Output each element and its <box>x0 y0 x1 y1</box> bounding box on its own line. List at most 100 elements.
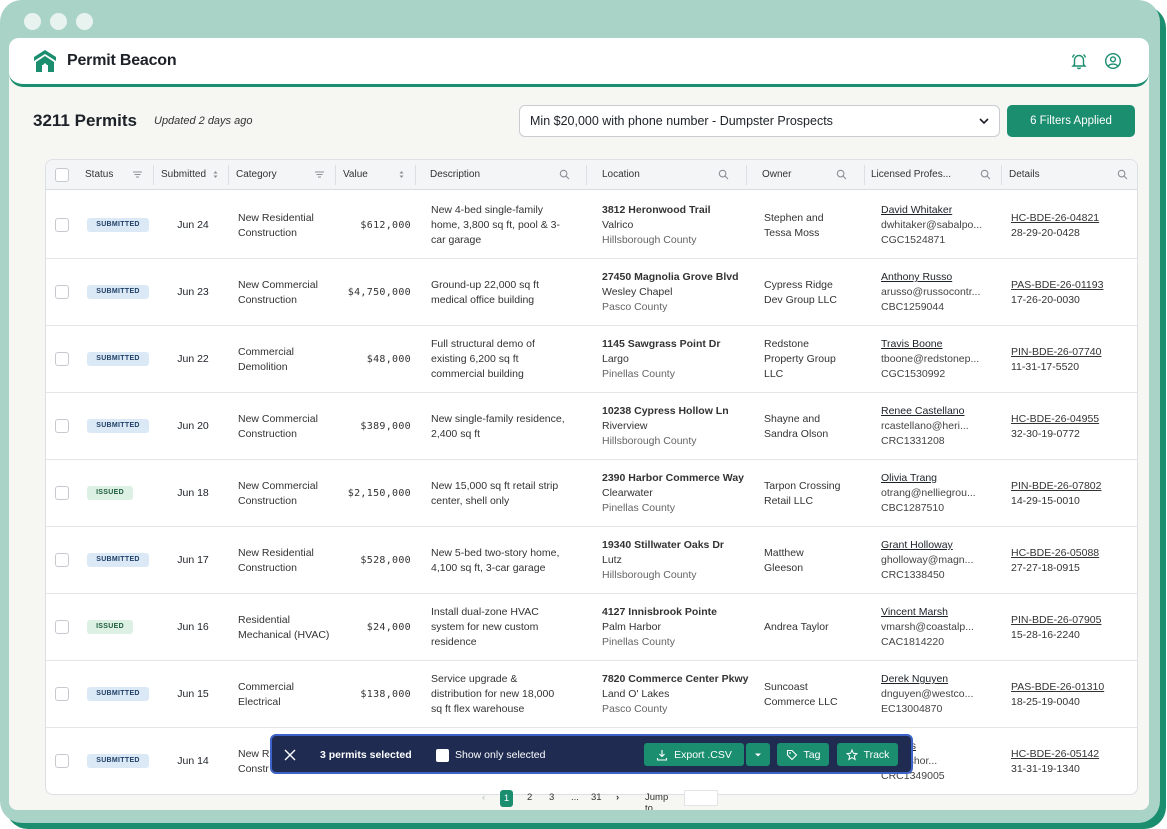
contractor-name-link[interactable]: Renee Castellano <box>881 404 1001 419</box>
table-row[interactable]: SUBMITTED Jun 24 New Residential Constructi… <box>46 192 1137 259</box>
column-divider[interactable] <box>228 165 229 185</box>
category-line: New Commercial <box>238 413 318 425</box>
col-location[interactable]: Location <box>602 160 640 190</box>
column-divider[interactable] <box>864 165 865 185</box>
beacon-logo-icon[interactable] <box>33 49 57 73</box>
col-submitted[interactable]: Submitted <box>161 160 206 190</box>
search-icon[interactable] <box>559 169 570 180</box>
row-checkbox[interactable] <box>55 620 69 634</box>
table-row[interactable]: ISSUED Jun 18 New Commercial Construction $2… <box>46 460 1137 527</box>
filters-button[interactable]: 6 Filters Applied <box>1007 105 1135 137</box>
select-all-checkbox[interactable] <box>55 168 69 182</box>
brand-name: Permit Beacon <box>67 52 177 69</box>
contractor-name-link[interactable]: Olivia Trang <box>881 471 1001 486</box>
col-description[interactable]: Description <box>430 160 480 190</box>
permit-id-link[interactable]: PAS-BDE-26-01193 <box>1011 278 1131 293</box>
col-licensed-professional[interactable]: Licensed Profes... <box>871 160 951 190</box>
filter-icon[interactable] <box>132 169 143 180</box>
export-options-button[interactable] <box>746 743 770 766</box>
permit-id-link[interactable]: PIN-BDE-26-07802 <box>1011 479 1131 494</box>
table-row[interactable]: SUBMITTED Jun 23 New Commercial Constructio… <box>46 259 1137 326</box>
permit-id-link[interactable]: HC-BDE-26-04955 <box>1011 412 1131 427</box>
contractor-name-link[interactable]: Derek Nguyen <box>881 672 1001 687</box>
column-divider[interactable] <box>586 165 587 185</box>
table-row[interactable]: SUBMITTED Jun 22 Commercial Demolition $48,0… <box>46 326 1137 393</box>
permit-id-link[interactable]: PIN-BDE-26-07740 <box>1011 345 1131 360</box>
row-checkbox[interactable] <box>55 218 69 232</box>
row-checkbox[interactable] <box>55 687 69 701</box>
bell-icon[interactable] <box>1070 52 1088 70</box>
next-page-icon[interactable]: › <box>616 792 619 803</box>
row-checkbox[interactable] <box>55 754 69 768</box>
permit-id-link[interactable]: PAS-BDE-26-01310 <box>1011 680 1131 695</box>
permit-value: $612,000 <box>360 220 411 231</box>
permit-id-link[interactable]: HC-BDE-26-04821 <box>1011 211 1131 226</box>
description: Install dual-zone HVAC system for new cus… <box>431 605 576 650</box>
permit-id-link[interactable]: HC-BDE-26-05088 <box>1011 546 1131 561</box>
column-divider[interactable] <box>335 165 336 185</box>
window-dot-close[interactable] <box>24 13 41 30</box>
licensed-professional: Renee Castellano rcastellano@heri... CRC13… <box>881 404 1001 449</box>
description-line: Ground-up 22,000 sq ft <box>431 279 539 291</box>
permit-id-link[interactable]: HC-BDE-26-05142 <box>1011 747 1131 762</box>
tag-button[interactable]: Tag <box>777 743 829 766</box>
row-checkbox[interactable] <box>55 419 69 433</box>
window-dot-maximize[interactable] <box>76 13 93 30</box>
row-checkbox[interactable] <box>55 486 69 500</box>
search-icon[interactable] <box>1117 169 1128 180</box>
contractor-name-link[interactable]: Travis Boone <box>881 337 1001 352</box>
contractor-name-link[interactable]: Grant Holloway <box>881 538 1001 553</box>
window-dot-minimize[interactable] <box>50 13 67 30</box>
search-icon[interactable] <box>980 169 991 180</box>
jump-to-label: Jump to <box>645 792 669 810</box>
page-current[interactable]: 1 <box>500 790 513 807</box>
category: New Commercial Construction <box>238 278 336 308</box>
table-row[interactable]: SUBMITTED Jun 20 New Commercial Constructio… <box>46 393 1137 460</box>
prev-page-icon[interactable]: ‹ <box>482 792 485 803</box>
description: New single-family residence, 2,400 sq ft <box>431 412 576 442</box>
permits-table: Status Submitted Category Value Descript… <box>45 159 1138 795</box>
col-owner[interactable]: Owner <box>762 160 791 190</box>
column-divider[interactable] <box>746 165 747 185</box>
page-link[interactable]: 3 <box>549 792 554 803</box>
col-category[interactable]: Category <box>236 160 277 190</box>
saved-search-value: Min $20,000 with phone number - Dumpster… <box>530 114 833 128</box>
close-icon[interactable] <box>283 748 297 762</box>
address-line: 10238 Cypress Hollow Ln <box>602 405 729 417</box>
saved-search-select[interactable]: Min $20,000 with phone number - Dumpster… <box>519 105 1000 137</box>
page-link[interactable]: 31 <box>591 792 602 803</box>
contractor-name-link[interactable]: Vincent Marsh <box>881 605 1001 620</box>
category: New Residential Construction <box>238 211 336 241</box>
jump-to-input[interactable] <box>684 790 718 806</box>
permit-id-link[interactable]: PIN-BDE-26-07905 <box>1011 613 1131 628</box>
user-account-icon[interactable] <box>1104 52 1122 70</box>
contractor-name-link[interactable]: David Whitaker <box>881 203 1001 218</box>
show-only-selected-label[interactable]: Show only selected <box>455 749 545 761</box>
col-status[interactable]: Status <box>85 160 113 190</box>
track-button[interactable]: Track <box>837 743 898 766</box>
col-details[interactable]: Details <box>1009 160 1040 190</box>
sort-icon[interactable] <box>210 169 221 180</box>
parcel-number: 31-31-19-1340 <box>1011 763 1080 775</box>
row-checkbox[interactable] <box>55 352 69 366</box>
filter-icon[interactable] <box>314 169 325 180</box>
search-icon[interactable] <box>718 169 729 180</box>
column-divider[interactable] <box>415 165 416 185</box>
col-value[interactable]: Value <box>343 160 368 190</box>
contractor-name-link[interactable]: Anthony Russo <box>881 270 1001 285</box>
page-link[interactable]: 2 <box>527 792 532 803</box>
table-row[interactable]: ISSUED Jun 16 Residential Mechanical (HVAC)… <box>46 594 1137 661</box>
category: New Commercial Construction <box>238 479 336 509</box>
column-divider[interactable] <box>153 165 154 185</box>
row-checkbox[interactable] <box>55 553 69 567</box>
table-row[interactable]: SUBMITTED Jun 17 New Residential Constructi… <box>46 527 1137 594</box>
submitted-date: Jun 16 <box>177 621 209 633</box>
show-only-selected-checkbox[interactable] <box>436 749 449 762</box>
column-divider[interactable] <box>1001 165 1002 185</box>
row-checkbox[interactable] <box>55 285 69 299</box>
sort-icon[interactable] <box>396 169 407 180</box>
table-row[interactable]: SUBMITTED Jun 15 Commercial Electrical $138,… <box>46 661 1137 728</box>
search-icon[interactable] <box>836 169 847 180</box>
export-csv-button[interactable]: Export .CSV <box>644 743 744 766</box>
status-badge: SUBMITTED <box>87 553 149 567</box>
